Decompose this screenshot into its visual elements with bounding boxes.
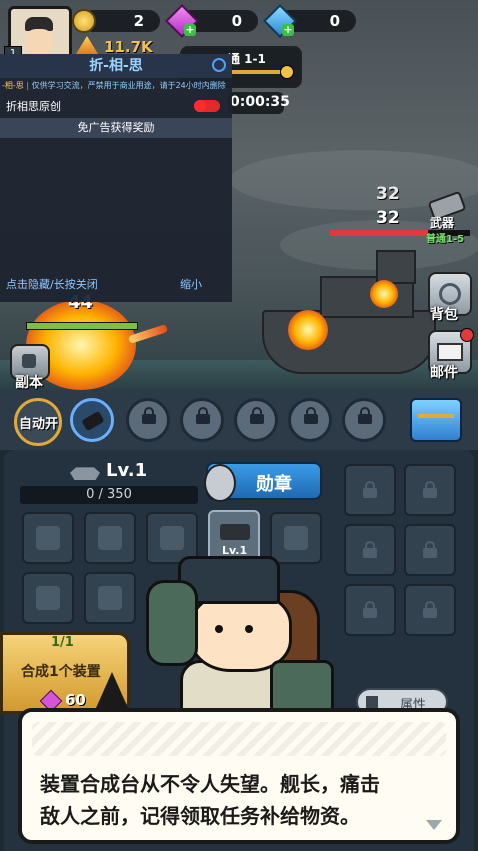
settings-gear-icon[interactable] [212,58,226,72]
lock-icon [358,407,372,424]
equip-slot-empty[interactable] [84,512,136,564]
add-gems-icon[interactable]: + [184,24,196,36]
synth-cost: 60 [65,691,86,709]
lock-icon [250,407,264,424]
equip-slot-empty[interactable] [22,572,74,624]
lock-icon [423,541,437,558]
locked-slot[interactable] [404,524,456,576]
continue-arrow-icon [426,820,442,830]
enemy-ship-bridge [376,250,416,284]
lock-icon [363,541,377,558]
stage-boss-node [280,65,294,79]
notice-prefix: -相-思 [2,81,24,90]
auto-toggle-label: 自动开 [19,417,59,432]
minimize-button[interactable]: 缩小 [180,276,202,292]
lock-icon [363,481,377,498]
gems-value: 0 [231,12,242,30]
stage-label: 通 1-1 [228,52,266,66]
skill-slot-locked[interactable] [180,398,224,442]
locked-slot[interactable] [344,464,396,516]
tutorial-dialog[interactable]: 装置合成台从不令人失望。舰长，痛击 敌人之前，记得领取任务补给物资。 [18,708,460,844]
original-label: 折相思原创 [6,100,61,113]
crystals-value: 0 [329,12,340,30]
lock-icon [304,407,318,424]
explosion [370,280,398,308]
dialog-text: 装置合成台从不令人失望。舰长，痛击 敌人之前，记得领取任务补给物资。 [40,768,450,832]
locked-slot[interactable] [404,584,456,636]
locked-slot[interactable] [404,464,456,516]
ad-reward-label: 免广告获得奖励 [77,121,155,134]
overlay-original-row: 折相思原创 [0,96,232,116]
dialog-tail [96,672,128,708]
medal-icon [204,464,236,502]
avatar-face [25,29,53,55]
chart-icon [366,696,378,708]
lock-icon [423,601,437,618]
medal-label: 勋章 [256,474,292,495]
ad-reward-row[interactable]: 免广告获得奖励 [0,118,232,138]
overlay-title: 折-相-思 [89,58,143,74]
notice-text: 仅供学习交流，严禁用于商业用途，请于24小时内删除 [31,81,226,90]
overlay-notice: -相-思 | 仅供学习交流，严禁用于商业用途，请于24小时内删除 [2,81,226,90]
lock-icon [363,601,377,618]
lock-icon [423,481,437,498]
mail-notification-dot [460,328,474,342]
locked-slot[interactable] [344,584,396,636]
skill-slot-locked[interactable] [234,398,278,442]
mail-icon [437,343,463,361]
treasure-chest-button[interactable] [410,398,462,442]
chest-icon [418,414,454,418]
weapon-stage: 普通1-5 [426,234,465,245]
overlay-footer: 点击隐藏/长按关闭 缩小 [0,272,232,294]
coin-icon [72,9,96,33]
explosion [288,310,328,350]
mail-label: 邮件 [430,365,458,381]
locked-slot[interactable] [344,524,396,576]
hide-hint[interactable]: 点击隐藏/长按关闭 [6,276,98,292]
coins-value: 2 [133,12,144,30]
lock-icon [142,407,156,424]
overlay-header: 折-相-思 [0,54,232,78]
original-toggle[interactable] [194,100,220,112]
exp-text: 0 / 350 [86,487,132,502]
mod-overlay-panel: 折-相-思 -相-思 | 仅供学习交流，严禁用于商业用途，请于24小时内删除 折… [0,54,232,302]
lock-icon [196,407,210,424]
stage-timer-box: 0:00:35 [228,92,290,114]
auto-toggle-button[interactable]: 自动开 [14,398,62,446]
dialog-line-2: 敌人之前，记得领取任务补给物资。 [40,804,360,828]
stage-timer: 0:00:35 [230,94,290,110]
dialog-stripes [32,722,446,756]
synth-label: 合成1个装置 [21,664,101,680]
enemy-battleship [262,310,436,374]
add-crystals-icon[interactable]: + [282,24,294,36]
player-hp-bar [26,322,138,330]
enemy-hp-bottom: 32 [376,208,400,228]
synth-count: 1/1 [51,635,74,650]
equip-slot-weapon[interactable]: Lv.1 [208,510,260,562]
equip-slot-empty[interactable] [270,512,322,564]
bag-label: 背包 [430,307,458,323]
cannon-icon [81,410,105,432]
telephone-handset [146,580,198,666]
dungeon-icon [22,354,36,368]
enemy-hp-top: 32 [376,184,400,204]
dungeon-label: 副本 [15,375,43,391]
equip-slot-empty[interactable] [84,572,136,624]
dialog-line-1: 装置合成台从不令人失望。舰长，痛击 [40,772,380,796]
skill-slot-locked[interactable] [342,398,386,442]
weapon-label: 武器 [430,216,455,230]
equip-slot-empty[interactable] [22,512,74,564]
exp-bar: 0 / 350 [20,486,198,504]
bag-icon [439,283,461,305]
skill-slot-cannon[interactable] [70,398,114,442]
ship-level: Lv.1 [106,460,148,481]
turret-icon [220,524,250,540]
skill-slot-locked[interactable] [126,398,170,442]
skill-slot-locked[interactable] [288,398,332,442]
